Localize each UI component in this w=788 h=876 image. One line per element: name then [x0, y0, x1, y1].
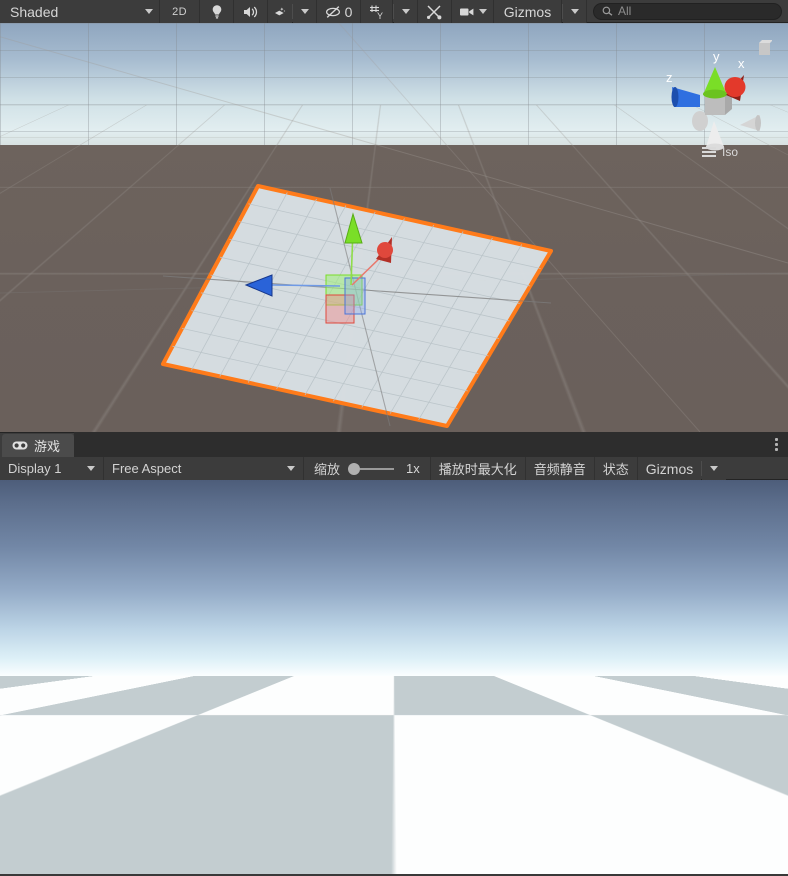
chevron-down-icon [87, 466, 95, 471]
gizmo-yz-handle [344, 277, 366, 315]
scene-view[interactable]: y x z Iso [0, 23, 788, 432]
scene-search-placeholder: All [618, 4, 632, 18]
tools-icon [427, 4, 442, 19]
scene-view-toolbar: Shaded 2D 0 Y Gizmos All [0, 0, 788, 23]
scene-gizmos-button[interactable]: Gizmos [494, 0, 562, 23]
maximize-on-play-toggle[interactable]: 播放时最大化 [430, 457, 526, 480]
chevron-down-icon [570, 9, 579, 14]
svg-text:Y: Y [377, 11, 383, 20]
game-panel-menu-button[interactable] [775, 438, 778, 451]
lightbulb-icon [212, 4, 221, 18]
game-view-panel: 游戏 Display 1 Free Aspect 缩放 1x 播放时最大化 音频… [0, 432, 788, 876]
shading-mode-dropdown[interactable]: Shaded [0, 0, 160, 23]
gizmo-y-label: y [713, 49, 720, 64]
scale-slider-knob[interactable] [348, 462, 361, 475]
display-label: Display 1 [8, 461, 62, 476]
gizmo-helper-cube [759, 43, 770, 55]
stats-label: 状态 [602, 462, 629, 477]
scale-label: 缩放 [314, 462, 341, 477]
unity-editor-window: Shaded 2D 0 Y Gizmos All y x z Iso 游戏 Di… [0, 0, 788, 876]
scene-projection-label: Iso [721, 145, 738, 159]
tab-game[interactable]: 游戏 [2, 434, 75, 457]
scene-camera-button[interactable] [452, 0, 494, 23]
scene-fx-toggle[interactable] [268, 0, 292, 23]
mode-2d-label: 2D [172, 5, 187, 18]
game-gizmos-dropdown[interactable] [702, 457, 727, 480]
scale-value-label: 1x [406, 461, 420, 476]
gizmo-neg-y-cone [706, 121, 724, 147]
grid-snapping-toggle[interactable]: Y [361, 0, 393, 23]
hamburger-icon [701, 147, 716, 157]
aspect-ratio-dropdown[interactable]: Free Aspect [104, 457, 304, 480]
toggle-2d-button[interactable]: 2D [160, 0, 200, 23]
scene-projection-toggle[interactable]: Iso [701, 145, 738, 159]
scale-slider[interactable] [348, 462, 395, 475]
game-panel-tab-row: 游戏 [0, 432, 788, 457]
camera-icon [459, 8, 473, 15]
grid-snapping-dropdown[interactable] [394, 0, 418, 23]
hidden-objects-count: 0 [344, 3, 353, 20]
scene-fx-dropdown[interactable] [293, 0, 317, 23]
scale-slider-group[interactable]: 缩放 [304, 457, 403, 480]
search-icon [602, 6, 613, 16]
speaker-icon [243, 6, 257, 17]
chevron-down-icon [401, 9, 410, 14]
game-view-toolbar: Display 1 Free Aspect 缩放 1x 播放时最大化 音频静音 … [0, 457, 788, 480]
chevron-down-icon [145, 9, 153, 14]
scene-lighting-toggle[interactable] [200, 0, 234, 23]
effects-icon [275, 6, 286, 15]
gamepad-icon [12, 441, 28, 450]
stats-toggle[interactable]: 状态 [594, 457, 638, 480]
scene-gizmos-label: Gizmos [503, 3, 552, 20]
gizmo-z-axis [271, 284, 341, 287]
scene-tools-button[interactable] [418, 0, 452, 23]
scene-search-input[interactable]: All [593, 2, 782, 20]
chevron-down-icon [710, 466, 719, 471]
gizmo-x-label: x [738, 56, 745, 71]
mute-audio-label: 音频静音 [533, 462, 586, 477]
game-gizmos-button[interactable]: Gizmos [637, 457, 702, 480]
chevron-down-icon [478, 9, 487, 14]
game-sky-gradient [0, 480, 788, 676]
display-dropdown[interactable]: Display 1 [0, 457, 104, 480]
tab-game-label: 游戏 [34, 439, 61, 454]
aspect-label: Free Aspect [112, 461, 182, 476]
gizmo-x-arrow [377, 242, 393, 258]
chevron-down-icon [287, 466, 295, 471]
gizmo-x-cone [724, 77, 746, 97]
scale-slider-track[interactable] [360, 467, 395, 470]
scene-gizmos-dropdown[interactable] [563, 0, 587, 23]
shading-mode-label: Shaded [10, 3, 59, 20]
game-checkerboard-floor [0, 676, 788, 874]
eye-off-icon [325, 5, 340, 18]
gizmo-z-label: z [666, 70, 673, 85]
chevron-down-icon [300, 9, 309, 14]
grid-snap-icon: Y [369, 5, 383, 20]
hidden-objects-toggle[interactable]: 0 [317, 0, 361, 23]
mute-audio-toggle[interactable]: 音频静音 [525, 457, 595, 480]
scene-search-container: All [587, 0, 788, 22]
scale-value: 1x [402, 457, 431, 480]
maximize-on-play-label: 播放时最大化 [438, 462, 517, 477]
game-gizmos-label: Gizmos [645, 460, 694, 477]
game-view-render[interactable] [0, 480, 788, 874]
tab-row-empty-space [74, 432, 788, 457]
scene-audio-toggle[interactable] [234, 0, 268, 23]
